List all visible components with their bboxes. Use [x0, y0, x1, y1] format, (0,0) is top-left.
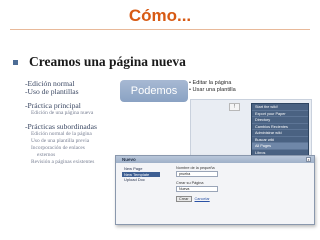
- list-item: -Uso de plantillas: [25, 87, 79, 96]
- bullet-square-icon: [13, 59, 18, 65]
- name-field[interactable]: prueba: [176, 171, 218, 177]
- create-button[interactable]: Crear: [176, 196, 192, 202]
- close-icon[interactable]: x: [306, 157, 311, 162]
- main-bullet-text: Creamos una página nueva: [29, 54, 186, 69]
- dialog-title: Nuevo: [116, 156, 314, 163]
- list-item: Incorporación de enlaces: [31, 145, 85, 151]
- list-item: -Prácticas subordinadas: [25, 122, 97, 131]
- title-divider: [10, 29, 310, 30]
- list-item: • Editar la página: [189, 80, 232, 86]
- podemos-banner: Podemos: [120, 80, 188, 102]
- new-page-dialog: Nuevo x New Page New Template Upload Doc…: [115, 155, 315, 225]
- form-actions: Crear Cancelar: [176, 196, 256, 202]
- panel-button[interactable]: !: [229, 103, 240, 111]
- page-field[interactable]: Nueva: [176, 186, 218, 192]
- wiki-menu: Start the wiki! Export your Paper Direct…: [251, 103, 309, 163]
- list-item: Edición normal de la página: [31, 131, 92, 137]
- list-item: -Práctica principal: [25, 101, 81, 110]
- list-item: Edición de una página nueva: [31, 110, 94, 116]
- new-page-form: Nombre de la pequeña prueba Crear su Pág…: [176, 166, 256, 202]
- podemos-list: • Editar la página • Usar una plantilla: [189, 80, 236, 95]
- list-item: Uso de una plantilla previa: [31, 138, 90, 144]
- list-item[interactable]: Upload Doc: [122, 177, 160, 183]
- list-item: • Usar una plantilla: [189, 87, 236, 94]
- slide-title: Cómo...: [128, 6, 192, 25]
- list-item: Revisión a páginas existentes: [31, 159, 95, 165]
- practices-list: -Edición normal -Uso de plantillas -Prác…: [25, 80, 125, 166]
- main-bullet: Creamos una página nueva: [13, 52, 186, 72]
- list-item: externos: [37, 152, 56, 158]
- cancel-link[interactable]: Cancelar: [195, 197, 210, 201]
- page-type-list: New Page New Template Upload Doc: [122, 166, 160, 183]
